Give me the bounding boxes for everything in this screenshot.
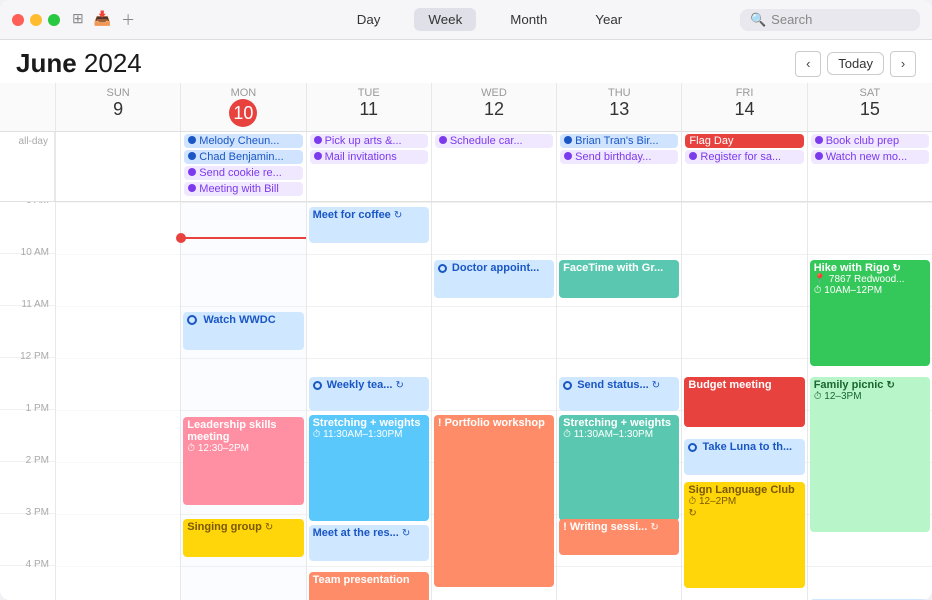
day-col-sat: Hike with Rigo ↻ 📍 7867 Redwood... ⏱ 10A… bbox=[807, 202, 932, 600]
calendar-dot bbox=[815, 152, 823, 160]
day-view-button[interactable]: Day bbox=[343, 8, 395, 31]
day-col-mon: Watch WWDC Leadership skills meeting ⏱ 1… bbox=[180, 202, 305, 600]
time-labels: 9 AM 10 AM 11 AM 12 PM 1 PM 2 PM 3 PM 4 … bbox=[0, 202, 55, 600]
allday-event[interactable]: Mail invitations bbox=[310, 150, 428, 164]
allday-event[interactable]: Send birthday... bbox=[560, 150, 678, 164]
day-header-thu: THU 13 bbox=[556, 83, 681, 131]
calendar-dot bbox=[188, 168, 196, 176]
date-navigation: ‹ Today › bbox=[795, 51, 916, 77]
allday-event[interactable]: Schedule car... bbox=[435, 134, 553, 148]
event-leadership-meeting[interactable]: Leadership skills meeting ⏱ 12:30–2PM bbox=[183, 417, 303, 505]
calendar-dot bbox=[314, 136, 322, 144]
allday-tue: Pick up arts &... Mail invitations bbox=[306, 132, 431, 201]
event-meet-restaurant[interactable]: Meet at the res... ↻ bbox=[309, 525, 429, 561]
allday-fri: Flag Day Register for sa... bbox=[681, 132, 806, 201]
minimize-button[interactable] bbox=[30, 14, 42, 26]
event-stretching-tue[interactable]: Stretching + weights ⏱ 11:30AM–1:30PM bbox=[309, 415, 429, 521]
calendar-dot bbox=[188, 152, 196, 160]
allday-sun bbox=[55, 132, 180, 201]
allday-event[interactable]: Watch new mo... bbox=[811, 150, 929, 164]
day-header-fri: FRI 14 bbox=[681, 83, 806, 131]
time-grid: 9 AM 10 AM 11 AM 12 PM 1 PM 2 PM 3 PM 4 … bbox=[0, 202, 932, 600]
calendar-title: June 2024 bbox=[16, 48, 142, 79]
event-facetime[interactable]: FaceTime with Gr... bbox=[559, 260, 679, 298]
event-hike[interactable]: Hike with Rigo ↻ 📍 7867 Redwood... ⏱ 10A… bbox=[810, 260, 930, 366]
allday-sat: Book club prep Watch new mo... bbox=[807, 132, 932, 201]
search-bar[interactable]: 🔍 Search bbox=[740, 9, 920, 31]
event-budget-meeting[interactable]: Budget meeting bbox=[684, 377, 804, 427]
day-header-sun: SUN 9 bbox=[55, 83, 180, 131]
day-header-sat: SAT 15 bbox=[807, 83, 932, 131]
event-sign-language[interactable]: Sign Language Club ⏱ 12–2PM ↻ bbox=[684, 482, 804, 588]
prev-button[interactable]: ‹ bbox=[795, 51, 821, 77]
next-button[interactable]: › bbox=[890, 51, 916, 77]
day-header-tue: TUE 11 bbox=[306, 83, 431, 131]
allday-event[interactable]: Brian Tran's Bir... bbox=[560, 134, 678, 148]
today-button[interactable]: Today bbox=[827, 52, 884, 75]
sidebar-icon[interactable]: ⊞ bbox=[72, 10, 84, 30]
day-col-tue: Meet for coffee ↻ Weekly tea... ↻ Stretc… bbox=[306, 202, 431, 600]
calendar-dot bbox=[564, 152, 572, 160]
add-icon[interactable]: ＋ bbox=[121, 10, 135, 30]
close-button[interactable] bbox=[12, 14, 24, 26]
allday-event-flag-day[interactable]: Flag Day bbox=[685, 134, 803, 148]
allday-event[interactable]: Melody Cheun... bbox=[184, 134, 302, 148]
allday-event-meeting-bill[interactable]: Meeting with Bill bbox=[184, 182, 302, 196]
search-icon: 🔍 bbox=[750, 12, 766, 28]
allday-event[interactable]: Chad Benjamin... bbox=[184, 150, 302, 164]
event-stretching-thu[interactable]: Stretching + weights ⏱ 11:30AM–1:30PM bbox=[559, 415, 679, 521]
day-col-fri: Budget meeting Take Luna to th... Sign L… bbox=[681, 202, 806, 600]
event-portfolio-workshop[interactable]: ! Portfolio workshop bbox=[434, 415, 554, 587]
month-view-button[interactable]: Month bbox=[496, 8, 561, 31]
search-placeholder: Search bbox=[771, 12, 812, 27]
event-singing-group[interactable]: Singing group ↻ bbox=[183, 519, 303, 557]
inbox-icon[interactable]: 📥 bbox=[94, 10, 111, 30]
view-nav: Day Week Month Year bbox=[343, 8, 637, 31]
event-team-presentation[interactable]: Team presentation bbox=[309, 572, 429, 600]
day-col-sun bbox=[55, 202, 180, 600]
fullscreen-button[interactable] bbox=[48, 14, 60, 26]
allday-event-pickup-arts[interactable]: Pick up arts &... bbox=[310, 134, 428, 148]
current-time-line bbox=[181, 237, 305, 239]
day-header-mon: MON 10 bbox=[180, 83, 305, 131]
calendar-dot bbox=[564, 136, 572, 144]
time-gutter-header bbox=[0, 83, 55, 131]
event-meet-coffee[interactable]: Meet for coffee ↻ bbox=[309, 207, 429, 243]
week-view-button[interactable]: Week bbox=[414, 8, 476, 31]
calendar-dot bbox=[815, 136, 823, 144]
sidebar-icons: ⊞ 📥 ＋ bbox=[72, 10, 135, 30]
time-4pm: 4 PM bbox=[0, 566, 55, 600]
allday-event-book-club[interactable]: Book club prep bbox=[811, 134, 929, 148]
allday-mon: Melody Cheun... Chad Benjamin... Send co… bbox=[180, 132, 305, 201]
allday-event[interactable]: Register for sa... bbox=[685, 150, 803, 164]
event-weekly-tea[interactable]: Weekly tea... ↻ bbox=[309, 377, 429, 411]
calendar-dot bbox=[188, 184, 196, 192]
calendar-dot bbox=[314, 152, 322, 160]
day-header-wed: WED 12 bbox=[431, 83, 556, 131]
calendar-grid: SUN 9 MON 10 TUE 11 WED 12 THU 13 FRI 14 bbox=[0, 83, 932, 600]
day-col-thu: FaceTime with Gr... Send status... ↻ Str… bbox=[556, 202, 681, 600]
event-doctor[interactable]: Doctor appoint... bbox=[434, 260, 554, 298]
event-take-luna[interactable]: Take Luna to th... bbox=[684, 439, 804, 475]
event-watch-wwdc[interactable]: Watch WWDC bbox=[183, 312, 303, 350]
allday-thu: Brian Tran's Bir... Send birthday... bbox=[556, 132, 681, 201]
allday-wed: Schedule car... bbox=[431, 132, 556, 201]
day-col-wed: Doctor appoint... ! Portfolio workshop bbox=[431, 202, 556, 600]
traffic-lights bbox=[12, 14, 60, 26]
event-writing-session[interactable]: ! Writing sessi... ↻ bbox=[559, 519, 679, 555]
allday-event[interactable]: Send cookie re... bbox=[184, 166, 302, 180]
allday-row: all-day Melody Cheun... Chad Benjamin...… bbox=[0, 132, 932, 202]
year-view-button[interactable]: Year bbox=[581, 8, 636, 31]
calendar-dot bbox=[188, 136, 196, 144]
calendar-dot bbox=[439, 136, 447, 144]
calendar-header: June 2024 ‹ Today › bbox=[0, 40, 932, 83]
calendar-dot bbox=[689, 152, 697, 160]
calendar-window: ⊞ 📥 ＋ Day Week Month Year 🔍 Search June … bbox=[0, 0, 932, 600]
event-send-status[interactable]: Send status... ↻ bbox=[559, 377, 679, 411]
titlebar: ⊞ 📥 ＋ Day Week Month Year 🔍 Search bbox=[0, 0, 932, 40]
day-headers-row: SUN 9 MON 10 TUE 11 WED 12 THU 13 FRI 14 bbox=[0, 83, 932, 132]
allday-label: all-day bbox=[0, 132, 55, 201]
event-family-picnic[interactable]: Family picnic ↻ ⏱ 12–3PM bbox=[810, 377, 930, 532]
